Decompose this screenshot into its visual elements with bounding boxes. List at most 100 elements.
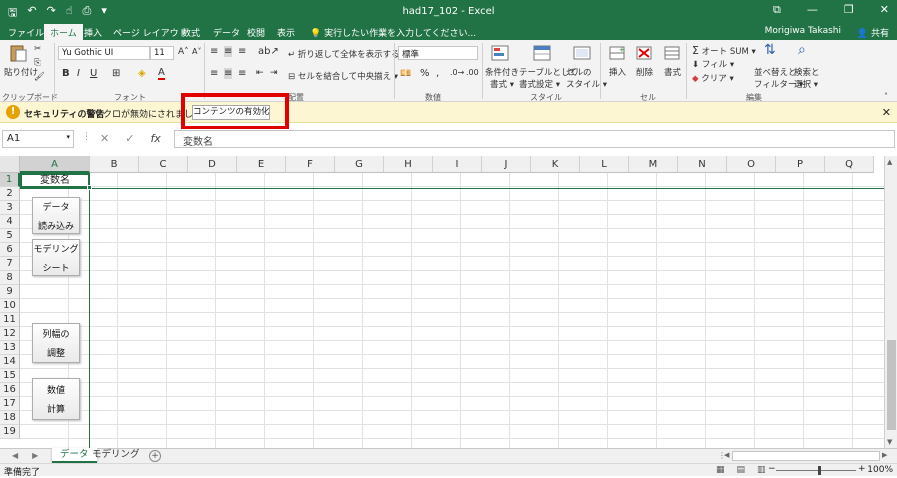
cancel-entry-icon[interactable]: ✕	[100, 132, 109, 145]
column-header-n[interactable]: N	[678, 156, 727, 173]
format-cells-button[interactable]: 書式	[664, 66, 681, 78]
zoom-slider[interactable]	[776, 470, 856, 471]
row-header-8[interactable]: 8	[0, 271, 20, 285]
column-header-p[interactable]: P	[776, 156, 825, 173]
column-header-o[interactable]: O	[727, 156, 776, 173]
column-header-k[interactable]: K	[531, 156, 580, 173]
name-box[interactable]: A1 ▾	[2, 130, 74, 148]
cut-icon[interactable]: ✂	[34, 44, 41, 54]
ribbon-display-icon[interactable]: ⧉	[773, 3, 781, 17]
row-header-13[interactable]: 13	[0, 341, 20, 355]
border-icon[interactable]: ⊞	[112, 68, 120, 79]
font-size-select[interactable]: 11	[150, 46, 174, 60]
align-center-icon[interactable]: ≡	[224, 68, 233, 79]
scroll-down-icon[interactable]: ▼	[887, 438, 892, 446]
cell-styles-icon[interactable]	[572, 44, 592, 62]
clear-button[interactable]: ◆ クリア ▾	[692, 72, 734, 84]
conditional-format-button[interactable]: 条件付き 書式 ▾	[485, 66, 519, 90]
italic-icon[interactable]: I	[77, 68, 80, 79]
cell-area[interactable]	[20, 173, 884, 448]
insert-function-icon[interactable]: fx	[150, 132, 160, 145]
vertical-scrollbar[interactable]: ▲ ▼	[884, 156, 897, 448]
merge-center-button[interactable]: ⊟ セルを結合して中央揃え ▾	[288, 70, 398, 82]
tab-file[interactable]: ファイル	[8, 26, 44, 39]
find-search-icon[interactable]: ⌕	[798, 42, 806, 58]
tab-data[interactable]: データ	[213, 26, 240, 39]
tab-home[interactable]: ホーム	[44, 24, 83, 40]
delete-cells-button[interactable]: 削除	[636, 66, 653, 78]
paste-button[interactable]: 貼り付け	[4, 66, 38, 78]
align-top-icon[interactable]: ≡	[210, 46, 218, 57]
formula-input[interactable]: 変数名	[174, 130, 895, 148]
format-as-table-icon[interactable]	[532, 44, 552, 62]
delete-cells-icon[interactable]	[634, 44, 654, 62]
row-header-5[interactable]: 5	[0, 229, 20, 243]
row-header-18[interactable]: 18	[0, 411, 20, 425]
zoom-level[interactable]: 100%	[867, 465, 893, 475]
column-header-h[interactable]: H	[384, 156, 433, 173]
prev-sheet-icon[interactable]: ◀	[12, 451, 18, 460]
horizontal-scrollbar[interactable]	[732, 451, 880, 461]
fill-handle[interactable]	[87, 185, 92, 190]
row-header-7[interactable]: 7	[0, 257, 20, 271]
currency-icon[interactable]: 💴	[400, 69, 411, 79]
tab-review[interactable]: 校閲	[247, 26, 265, 39]
tab-formulas[interactable]: 数式	[182, 26, 200, 39]
page-layout-view-icon[interactable]: ▤	[737, 465, 746, 475]
numeric-calc-button[interactable]: 数値 計算	[32, 378, 80, 420]
align-right-icon[interactable]: ≡	[238, 68, 246, 79]
next-sheet-icon[interactable]: ▶	[32, 451, 38, 460]
column-header-a[interactable]: A	[20, 156, 90, 173]
paste-icon[interactable]	[8, 44, 28, 62]
underline-icon[interactable]: U	[90, 68, 97, 79]
row-header-17[interactable]: 17	[0, 397, 20, 411]
tell-me-search[interactable]: 💡 実行したい作業を入力してください...	[310, 26, 476, 39]
comma-icon[interactable]: ,	[436, 68, 439, 79]
decrease-decimal-icon[interactable]: .00	[466, 68, 479, 77]
confirm-entry-icon[interactable]: ✓	[125, 132, 134, 145]
column-header-l[interactable]: L	[580, 156, 629, 173]
orientation-icon[interactable]: ab↗	[258, 46, 279, 57]
find-select-button[interactable]: 検索と 選択 ▾	[794, 66, 820, 90]
align-middle-icon[interactable]: ≡	[224, 46, 233, 57]
grow-font-icon[interactable]: A˄	[178, 47, 189, 57]
row-header-10[interactable]: 10	[0, 299, 20, 313]
insert-cells-button[interactable]: 挿入	[609, 66, 626, 78]
tab-insert[interactable]: 挿入	[84, 26, 102, 39]
wrap-text-button[interactable]: ↵ 折り返して全体を表示する	[288, 48, 400, 60]
data-load-button[interactable]: データ 読み込み	[32, 197, 80, 234]
autosum-button[interactable]: Σ オート SUM ▾	[692, 44, 756, 57]
insert-cells-icon[interactable]: +	[607, 44, 627, 62]
shrink-font-icon[interactable]: A˅	[192, 47, 201, 56]
zoom-out-icon[interactable]: −	[768, 464, 776, 474]
sheet-tab-modeling[interactable]: モデリング	[84, 448, 148, 463]
conditional-format-icon[interactable]	[490, 44, 510, 62]
zoom-slider-knob[interactable]	[818, 466, 821, 475]
scroll-up-icon[interactable]: ▲	[887, 158, 892, 166]
percent-icon[interactable]: %	[420, 68, 430, 79]
scroll-right-icon[interactable]: ▶	[882, 451, 887, 459]
row-header-16[interactable]: 16	[0, 383, 20, 397]
add-sheet-icon[interactable]: +	[149, 450, 161, 462]
column-header-j[interactable]: J	[482, 156, 531, 173]
column-header-c[interactable]: C	[139, 156, 188, 173]
font-color-icon[interactable]: A	[158, 67, 165, 80]
column-header-b[interactable]: B	[90, 156, 139, 173]
column-header-d[interactable]: D	[188, 156, 237, 173]
row-header-11[interactable]: 11	[0, 313, 20, 327]
row-header-15[interactable]: 15	[0, 369, 20, 383]
column-header-m[interactable]: M	[629, 156, 678, 173]
column-header-g[interactable]: G	[335, 156, 384, 173]
user-name[interactable]: Morigiwa Takashi	[765, 26, 841, 36]
row-header-4[interactable]: 4	[0, 215, 20, 229]
decrease-indent-icon[interactable]: ⇤	[256, 68, 264, 78]
select-all-corner[interactable]	[0, 156, 20, 173]
page-break-view-icon[interactable]: ▥	[757, 465, 766, 475]
row-header-9[interactable]: 9	[0, 285, 20, 299]
bold-icon[interactable]: B	[62, 68, 70, 79]
minimize-icon[interactable]: —	[807, 3, 818, 17]
row-header-14[interactable]: 14	[0, 355, 20, 369]
row-header-3[interactable]: 3	[0, 201, 20, 215]
sort-filter-icon[interactable]: ⇅	[764, 42, 776, 58]
font-name-select[interactable]: Yu Gothic UI	[58, 46, 150, 60]
